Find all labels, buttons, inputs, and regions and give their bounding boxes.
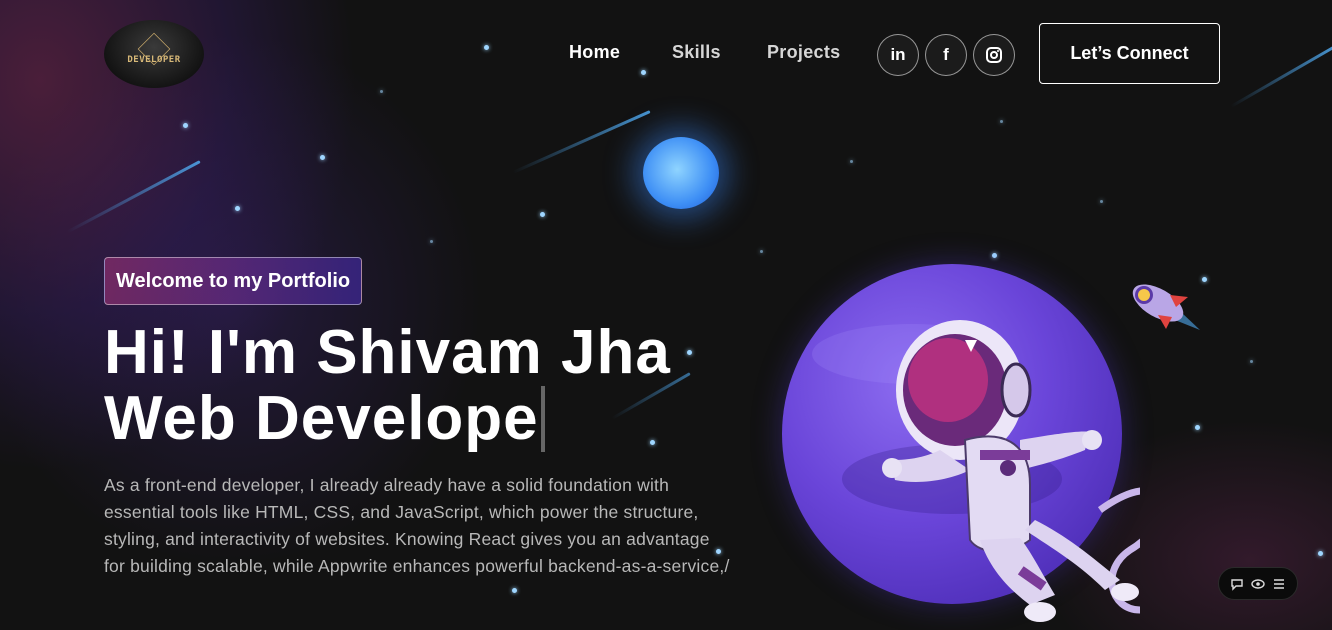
- star: [484, 45, 489, 50]
- star: [1100, 200, 1103, 203]
- star: [1202, 277, 1207, 282]
- rocket-illustration: [1132, 284, 1200, 330]
- hero-headline: Hi! I'm Shivam Jha Web Develope: [104, 320, 671, 452]
- menu-icon[interactable]: [1272, 577, 1286, 591]
- star: [320, 155, 325, 160]
- linkedin-glyph: in: [890, 45, 906, 64]
- star: [992, 253, 997, 258]
- star: [235, 206, 240, 211]
- developer-logo[interactable]: DEVELOPER: [104, 20, 204, 88]
- facebook-glyph: f: [943, 45, 949, 64]
- glowing-moon-illustration: [643, 137, 719, 209]
- nav-link-skills[interactable]: Skills: [672, 42, 721, 63]
- star: [430, 240, 433, 243]
- headline-line-2-typewriter: Web Develope: [104, 386, 545, 452]
- instagram-icon[interactable]: [973, 34, 1015, 76]
- star: [687, 350, 692, 355]
- star: [760, 250, 763, 253]
- shooting-star: [66, 160, 201, 234]
- headline-line-1: Hi! I'm Shivam Jha: [104, 318, 671, 387]
- nav-link-home[interactable]: Home: [569, 42, 620, 63]
- star: [1318, 551, 1323, 556]
- eye-icon[interactable]: [1251, 577, 1265, 591]
- linkedin-icon[interactable]: in: [877, 34, 919, 76]
- nav-link-projects[interactable]: Projects: [767, 42, 840, 63]
- floating-toolbar: [1218, 567, 1298, 600]
- star: [1250, 360, 1253, 363]
- hero-description: As a front-end developer, I already alre…: [104, 475, 730, 576]
- star: [183, 123, 188, 128]
- chat-icon[interactable]: [1230, 577, 1244, 591]
- lets-connect-button[interactable]: Let’s Connect: [1039, 23, 1220, 84]
- star: [380, 90, 383, 93]
- star: [1195, 425, 1200, 430]
- star: [850, 160, 853, 163]
- star: [1000, 120, 1003, 123]
- instagram-glyph: [986, 47, 1002, 63]
- star: [540, 212, 545, 217]
- facebook-icon[interactable]: f: [925, 34, 967, 76]
- shooting-star: [512, 110, 651, 174]
- shooting-star: [1230, 45, 1332, 108]
- logo-text: DEVELOPER: [127, 55, 181, 65]
- astronaut-illustration: [882, 320, 1140, 622]
- star: [512, 588, 517, 593]
- star: [641, 70, 646, 75]
- welcome-tagline: Welcome to my Portfolio: [104, 257, 363, 305]
